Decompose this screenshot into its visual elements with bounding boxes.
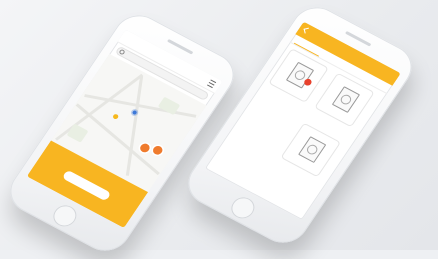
primary-action-button[interactable] xyxy=(61,169,112,202)
home-button xyxy=(226,193,259,223)
primary-action-label xyxy=(66,172,110,195)
mockup-scene xyxy=(0,0,438,259)
hamburger-menu-icon[interactable] xyxy=(206,79,217,89)
status-badge xyxy=(302,77,313,87)
machine-card[interactable] xyxy=(281,123,340,177)
map-pin-small[interactable] xyxy=(112,113,120,120)
back-arrow-icon[interactable] xyxy=(303,27,310,34)
home-button xyxy=(48,201,81,231)
washing-machine-icon xyxy=(331,86,361,113)
right-phone xyxy=(178,0,422,251)
machine-door xyxy=(304,143,320,157)
machine-door xyxy=(338,93,354,107)
laundry-pin-icon[interactable] xyxy=(151,144,165,157)
map-screen xyxy=(26,29,223,229)
search-icon xyxy=(118,48,126,56)
laundry-pin-icon[interactable] xyxy=(138,142,152,154)
speaker-grille xyxy=(166,38,194,55)
machines-screen xyxy=(204,21,401,221)
washing-machine-icon xyxy=(298,136,327,163)
left-phone xyxy=(0,7,244,259)
speaker-grille xyxy=(344,30,372,47)
